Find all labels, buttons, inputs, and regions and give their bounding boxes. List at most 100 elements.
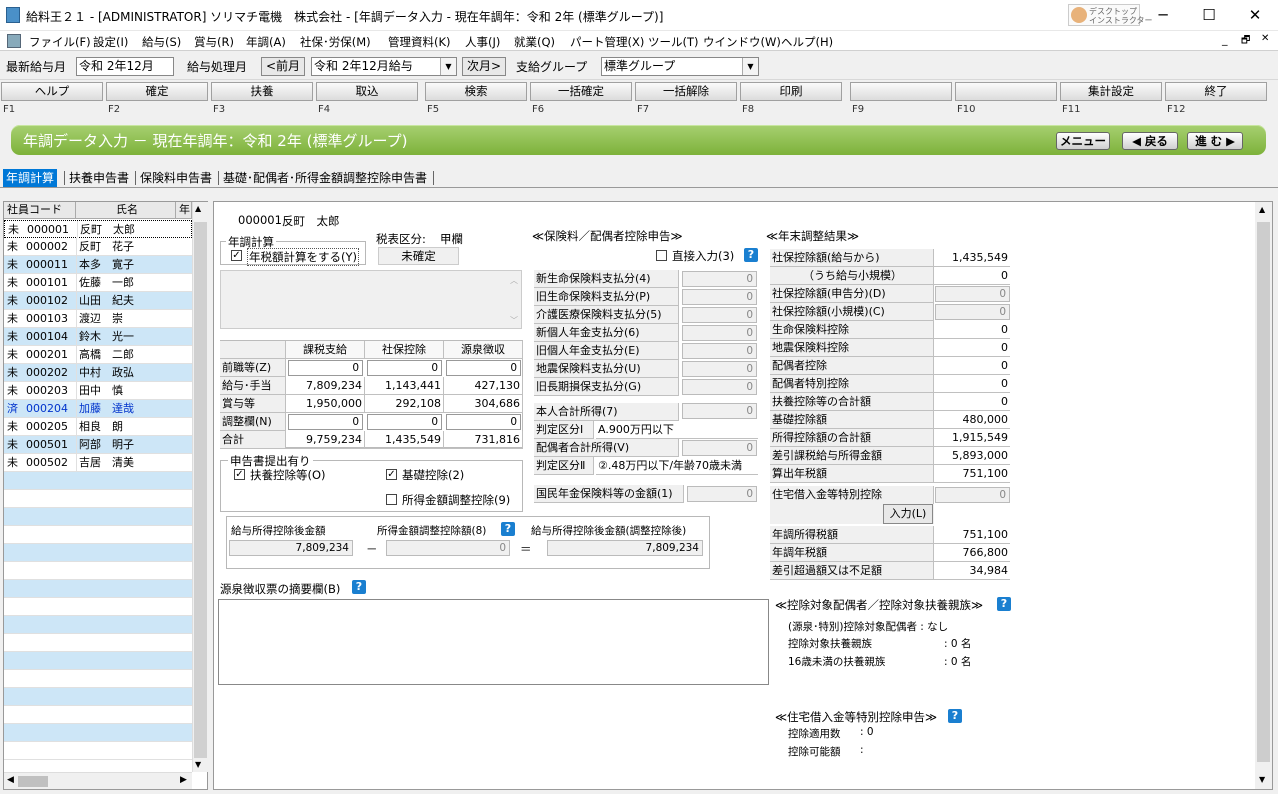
mdi-close-button[interactable]: ✕ bbox=[1261, 33, 1269, 44]
calc-checkbox-label[interactable]: 年税額計算をする(Y) bbox=[247, 248, 359, 266]
table-row[interactable]: 済 000204 加藤 達哉 bbox=[4, 400, 192, 418]
back-button[interactable]: ◀ 戻る bbox=[1122, 132, 1178, 150]
basic-checkbox[interactable]: ✓ bbox=[386, 469, 397, 480]
help-icon[interactable]: ? bbox=[997, 597, 1011, 611]
help-icon[interactable]: ? bbox=[948, 709, 962, 723]
col-header-year[interactable]: 年 bbox=[176, 202, 192, 219]
close-button[interactable]: ✕ bbox=[1232, 0, 1278, 31]
table-row[interactable]: 未 000103 渡辺 崇 bbox=[4, 310, 192, 328]
table-row[interactable] bbox=[4, 598, 192, 616]
scroll-left-icon[interactable]: ◀ bbox=[7, 775, 14, 785]
fkey-button-f12[interactable]: 終了 bbox=[1165, 82, 1267, 101]
fkey-button-f11[interactable]: 集計設定 bbox=[1060, 82, 1162, 101]
next-month-button[interactable]: 次月> bbox=[462, 57, 506, 76]
income-input[interactable]: 0 bbox=[446, 360, 521, 376]
income-adjust-checkbox-label[interactable]: 所得金額調整控除(9) bbox=[402, 492, 510, 508]
menu-work[interactable]: 就業(Q) bbox=[514, 34, 555, 50]
insurance-value[interactable]: 0 bbox=[682, 307, 757, 323]
table-row[interactable]: 未 000002 反町 花子 bbox=[4, 238, 192, 256]
fkey-button-f10[interactable] bbox=[955, 82, 1057, 101]
income-adjust-checkbox[interactable] bbox=[386, 494, 397, 505]
minimize-button[interactable]: ─ bbox=[1140, 0, 1186, 31]
fkey-button-f7[interactable]: 一括解除 bbox=[635, 82, 737, 101]
chevron-down-icon[interactable]: ▼ bbox=[742, 58, 758, 75]
table-row[interactable] bbox=[4, 490, 192, 508]
scroll-right-icon[interactable]: ▶ bbox=[180, 775, 187, 785]
fkey-button-f9[interactable] bbox=[850, 82, 952, 101]
insurance-value[interactable]: 0 bbox=[682, 289, 757, 305]
prev-month-button[interactable]: <前月 bbox=[261, 57, 305, 76]
direct-input-checkbox[interactable] bbox=[656, 250, 667, 261]
table-row[interactable] bbox=[4, 706, 192, 724]
col-header-name[interactable]: 氏名 bbox=[76, 202, 176, 219]
menu-hr[interactable]: 人事(J) bbox=[465, 34, 500, 50]
group-select[interactable]: 標準グループ ▼ bbox=[601, 57, 759, 76]
desktop-instructor-button[interactable]: デスクトップ インストラクター bbox=[1068, 4, 1153, 26]
fkey-button-f1[interactable]: ヘルプ bbox=[1, 82, 103, 101]
menu-bonus[interactable]: 賞与(R) bbox=[194, 34, 234, 50]
table-row[interactable] bbox=[4, 742, 192, 760]
menu-window[interactable]: ウインドウ(W) bbox=[703, 34, 781, 50]
table-row[interactable] bbox=[4, 526, 192, 544]
menu-file[interactable]: ファイル(F) bbox=[29, 34, 91, 50]
insurance-value[interactable]: 0 bbox=[682, 325, 757, 341]
tab-basic-spouse[interactable]: 基礎･配偶者･所得金額調整控除申告書 bbox=[220, 169, 430, 187]
table-row[interactable] bbox=[4, 724, 192, 742]
tab-dependent[interactable]: 扶養申告書 bbox=[66, 169, 132, 187]
table-row[interactable]: 未 000104 鈴木 光一 bbox=[4, 328, 192, 346]
memo-textarea[interactable] bbox=[218, 599, 769, 685]
fkey-button-f3[interactable]: 扶養 bbox=[211, 82, 313, 101]
table-row[interactable]: 未 000101 佐藤 一郎 bbox=[4, 274, 192, 292]
housing-input-button[interactable]: 入力(L) bbox=[883, 504, 933, 524]
menu-salary[interactable]: 給与(S) bbox=[142, 34, 181, 50]
table-row[interactable] bbox=[4, 688, 192, 706]
insurance-value[interactable]: 0 bbox=[682, 343, 757, 359]
chevron-down-icon[interactable]: ▼ bbox=[440, 58, 456, 75]
table-row[interactable] bbox=[4, 670, 192, 688]
fkey-button-f5[interactable]: 検索 bbox=[425, 82, 527, 101]
table-row[interactable]: 未 000201 高橋 二郎 bbox=[4, 346, 192, 364]
help-icon[interactable]: ? bbox=[352, 580, 366, 594]
insurance-value[interactable]: 0 bbox=[682, 271, 757, 287]
insurance-value[interactable]: 0 bbox=[682, 361, 757, 377]
menu-insurance[interactable]: 社保･労保(M) bbox=[300, 34, 371, 50]
menu-button[interactable]: メニュー bbox=[1056, 132, 1110, 150]
hscroll-thumb[interactable] bbox=[18, 776, 48, 787]
table-row[interactable]: 未 000202 中村 政弘 bbox=[4, 364, 192, 382]
table-row[interactable]: 未 000502 吉居 清美 bbox=[4, 454, 192, 472]
table-row[interactable] bbox=[4, 562, 192, 580]
table-row[interactable]: 未 000501 阿部 明子 bbox=[4, 436, 192, 454]
table-row[interactable] bbox=[4, 472, 192, 490]
employee-list[interactable]: 社員コード 氏名 年 未 000001 反町 太郎未 000002 反町 花子未 0000… bbox=[3, 201, 208, 790]
income-input[interactable]: 0 bbox=[288, 360, 363, 376]
table-row[interactable] bbox=[4, 616, 192, 634]
menu-settings[interactable]: 設定(I) bbox=[93, 34, 128, 50]
scroll-thumb[interactable] bbox=[1257, 222, 1270, 762]
insurance-value[interactable]: 0 bbox=[682, 379, 757, 395]
income-input[interactable]: 0 bbox=[367, 360, 442, 376]
proc-month-select[interactable]: 令和 2年12月給与 ▼ bbox=[311, 57, 457, 76]
tab-nencho-calc[interactable]: 年調計算 bbox=[3, 169, 58, 187]
tab-insurance[interactable]: 保険料申告書 bbox=[137, 169, 215, 187]
fkey-button-f4[interactable]: 取込 bbox=[316, 82, 418, 101]
menu-nencho[interactable]: 年調(A) bbox=[246, 34, 286, 50]
table-row[interactable]: 未 000203 田中 慎 bbox=[4, 382, 192, 400]
dependent-checkbox[interactable]: ✓ bbox=[234, 469, 245, 480]
income-input[interactable]: 0 bbox=[367, 414, 442, 430]
fkey-button-f2[interactable]: 確定 bbox=[106, 82, 208, 101]
list-vertical-scrollbar[interactable]: ▲ ▼ bbox=[192, 202, 208, 772]
help-icon[interactable]: ? bbox=[744, 248, 758, 262]
scroll-thumb[interactable] bbox=[194, 222, 207, 758]
menu-reports[interactable]: 管理資料(K) bbox=[388, 34, 451, 50]
main-vertical-scrollbar[interactable]: ▲ ▼ bbox=[1255, 202, 1272, 789]
basic-checkbox-label[interactable]: 基礎控除(2) bbox=[402, 467, 464, 483]
scroll-up-icon[interactable]: ▲ bbox=[1259, 205, 1265, 214]
table-row[interactable]: 未 000011 本多 寛子 bbox=[4, 256, 192, 274]
maximize-button[interactable]: ☐ bbox=[1186, 0, 1232, 31]
col-header-code[interactable]: 社員コード bbox=[4, 202, 76, 219]
list-horizontal-scrollbar[interactable]: ◀ ▶ bbox=[4, 772, 192, 789]
income-input[interactable]: 0 bbox=[288, 414, 363, 430]
scroll-down-icon[interactable]: ▼ bbox=[1259, 775, 1265, 784]
menu-parttime[interactable]: パート管理(X) bbox=[570, 34, 644, 50]
scroll-down-icon[interactable]: ▼ bbox=[195, 760, 201, 769]
